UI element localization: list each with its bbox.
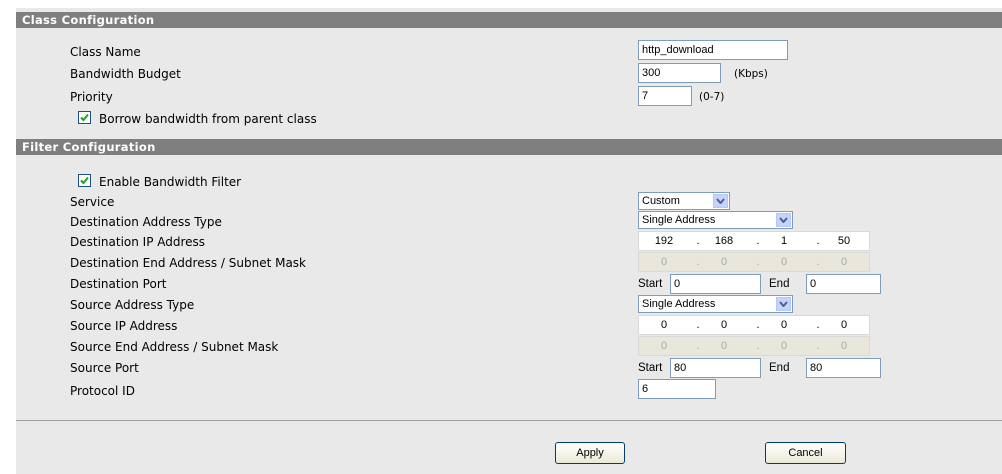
protocol-id-label: Protocol ID: [70, 384, 135, 398]
ip-octet[interactable]: 0: [829, 253, 859, 271]
priority-label: Priority: [70, 90, 113, 104]
ip-octet[interactable]: 0: [649, 316, 679, 334]
src-ip-input[interactable]: 0 . 0 . 0 . 0: [638, 315, 870, 335]
src-port-end-input[interactable]: 80: [806, 358, 881, 378]
service-value: Custom: [642, 195, 680, 207]
borrow-bandwidth-label: Borrow bandwidth from parent class: [99, 112, 317, 126]
ip-octet[interactable]: 0: [829, 337, 859, 355]
ip-dot: .: [696, 235, 700, 247]
enable-filter-label: Enable Bandwidth Filter: [99, 175, 242, 189]
ip-dot: .: [696, 340, 700, 352]
ip-octet[interactable]: 0: [709, 337, 739, 355]
ip-octet[interactable]: 0: [769, 337, 799, 355]
ip-octet[interactable]: 0: [709, 316, 739, 334]
dest-ip-input[interactable]: 192 . 168 . 1 . 50: [638, 231, 870, 251]
class-name-input[interactable]: http_download: [638, 40, 788, 60]
class-config-header: Class Configuration: [16, 12, 1002, 28]
check-icon: [80, 176, 89, 185]
dest-port-end-label: End: [769, 278, 790, 290]
src-port-end-label: End: [769, 362, 790, 374]
ip-dot: .: [696, 256, 700, 268]
bandwidth-unit: (Kbps): [734, 68, 768, 80]
dest-ip-label: Destination IP Address: [70, 235, 206, 249]
ip-octet[interactable]: 0: [769, 253, 799, 271]
src-addr-type-select[interactable]: Single Address: [638, 295, 793, 313]
filter-config-header: Filter Configuration: [16, 139, 1002, 155]
ip-octet[interactable]: 168: [709, 232, 739, 250]
enable-filter-row: Enable Bandwidth Filter: [78, 174, 241, 190]
src-port-start-label: Start: [638, 362, 663, 374]
priority-input[interactable]: 7: [638, 86, 692, 106]
ip-dot: .: [756, 340, 760, 352]
check-icon: [80, 113, 89, 122]
ip-dot: .: [816, 319, 820, 331]
dest-addr-type-value: Single Address: [642, 214, 716, 226]
dest-port-label: Destination Port: [70, 277, 167, 291]
dest-end-input[interactable]: 0 . 0 . 0 . 0: [638, 252, 870, 272]
ip-octet[interactable]: 192: [649, 232, 679, 250]
ip-octet[interactable]: 0: [829, 316, 859, 334]
ip-dot: .: [816, 235, 820, 247]
ip-dot: .: [756, 256, 760, 268]
src-addr-type-value: Single Address: [642, 298, 716, 310]
borrow-bandwidth-checkbox[interactable]: [78, 111, 91, 124]
ip-octet[interactable]: 0: [649, 253, 679, 271]
dest-port-start-label: Start: [638, 278, 663, 290]
src-port-start-input[interactable]: 80: [670, 358, 761, 378]
protocol-id-input[interactable]: 6: [638, 379, 716, 399]
src-end-label: Source End Address / Subnet Mask: [70, 340, 279, 354]
dest-port-end-input[interactable]: 0: [806, 274, 881, 294]
ip-dot: .: [756, 319, 760, 331]
divider: [16, 420, 1002, 421]
chevron-down-icon[interactable]: [713, 194, 728, 208]
src-addr-type-label: Source Address Type: [70, 298, 195, 312]
priority-range: (0-7): [699, 91, 725, 103]
dest-addr-type-select[interactable]: Single Address: [638, 211, 793, 229]
ip-octet[interactable]: 50: [829, 232, 859, 250]
bandwidth-budget-input[interactable]: 300: [638, 63, 721, 83]
chevron-down-icon[interactable]: [776, 297, 791, 311]
dest-end-label: Destination End Address / Subnet Mask: [70, 256, 307, 270]
enable-filter-checkbox[interactable]: [78, 174, 91, 187]
ip-octet[interactable]: 0: [709, 253, 739, 271]
ip-dot: .: [756, 235, 760, 247]
cancel-button[interactable]: Cancel: [765, 442, 846, 464]
ip-octet[interactable]: 1: [769, 232, 799, 250]
bandwidth-budget-label: Bandwidth Budget: [70, 67, 181, 81]
dest-addr-type-label: Destination Address Type: [70, 215, 222, 229]
class-name-label: Class Name: [70, 45, 141, 59]
dest-port-start-input[interactable]: 0: [670, 274, 761, 294]
ip-dot: .: [816, 340, 820, 352]
chevron-down-icon[interactable]: [776, 213, 791, 227]
service-label: Service: [70, 195, 115, 209]
borrow-bandwidth-row: Borrow bandwidth from parent class: [78, 111, 317, 127]
apply-button[interactable]: Apply: [555, 442, 625, 464]
service-select[interactable]: Custom: [638, 192, 730, 210]
ip-octet[interactable]: 0: [649, 337, 679, 355]
ip-dot: .: [816, 256, 820, 268]
ip-octet[interactable]: 0: [769, 316, 799, 334]
src-end-input[interactable]: 0 . 0 . 0 . 0: [638, 336, 870, 356]
ip-dot: .: [696, 319, 700, 331]
src-port-label: Source Port: [70, 361, 139, 375]
src-ip-label: Source IP Address: [70, 319, 178, 333]
